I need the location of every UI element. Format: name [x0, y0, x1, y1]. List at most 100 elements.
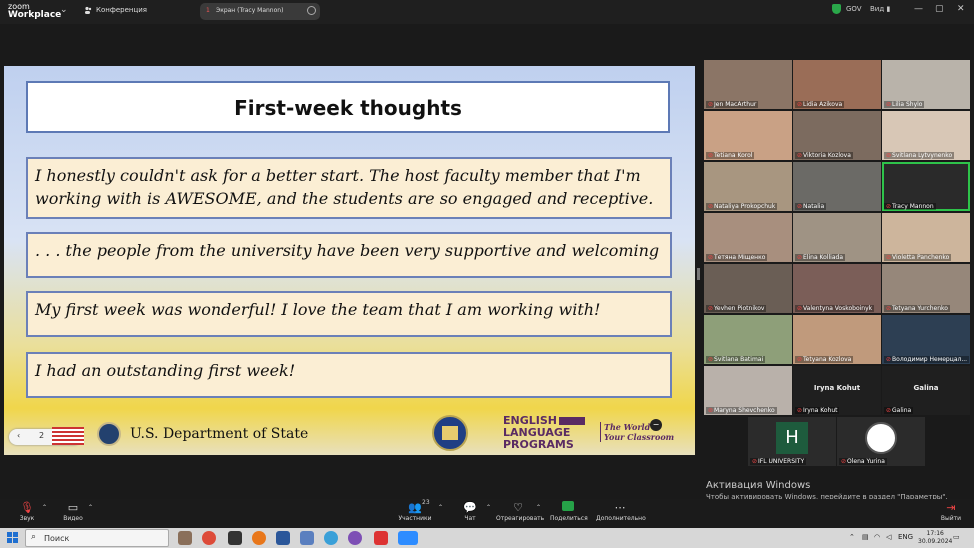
- task-view-icon[interactable]: [178, 531, 192, 545]
- participant-tile[interactable]: ⊘Tracy Mannon: [882, 162, 970, 211]
- share-screen-icon: [550, 501, 586, 515]
- conference-info-button[interactable]: Конференция: [84, 6, 147, 14]
- participant-tile[interactable]: ⊘Maryna Shevchenko: [704, 366, 792, 415]
- participant-tile[interactable]: ⊘Tetyana Yurchenko: [882, 264, 970, 313]
- zoom-logo[interactable]: zoom Workplace: [8, 2, 61, 20]
- windows-start-icon[interactable]: [7, 532, 19, 544]
- participant-tile[interactable]: ⊘Elina Kolliada: [793, 213, 881, 262]
- participant-name: ⊘Svitlana Lytvynenko: [884, 152, 955, 159]
- mic-muted-icon: ⊘: [886, 407, 892, 414]
- participant-tile[interactable]: Galina ⊘Galina: [882, 366, 970, 415]
- participants-button[interactable]: 👥 Участники: [396, 501, 434, 522]
- participant-name: ⊘Violetta Panchenko: [884, 254, 952, 261]
- participant-name: ⊘Elina Kolliada: [795, 254, 846, 261]
- screen-share-indicator[interactable]: 1 Экран (Tracy Mannon): [200, 3, 320, 20]
- participant-name-text: Viktoria Kozlova: [803, 152, 851, 159]
- participant-name: ⊘Lilia Shylo: [884, 101, 925, 108]
- more-button[interactable]: ⋯ Дополнительно: [596, 501, 646, 522]
- participant-tile[interactable]: ⊘Тетяна Міщенко: [704, 213, 792, 262]
- audio-chevron-icon[interactable]: ⌃: [42, 504, 47, 511]
- language-indicator[interactable]: ENG: [898, 533, 913, 541]
- participant-tile[interactable]: ⊘Jen MacArthur: [704, 60, 792, 109]
- participant-name: ⊘Olena Yurina: [839, 458, 887, 465]
- mic-muted-icon: ⊘: [886, 203, 892, 210]
- zoom-taskbar-icon[interactable]: [398, 531, 418, 545]
- participant-name: ⊘Galina: [884, 407, 914, 414]
- participant-tile[interactable]: ⊘Nataliya Prokopchuk: [704, 162, 792, 211]
- close-window-icon[interactable]: ✕: [957, 4, 965, 14]
- pdf-icon[interactable]: [374, 531, 388, 545]
- university-emblem-icon: [865, 422, 897, 454]
- more-dots-icon: ⋯: [614, 501, 626, 514]
- participant-tile[interactable]: ⊘Valentyna Voskoboinyk: [793, 264, 881, 313]
- participant-tile[interactable]: ⊘Lilia Shylo: [882, 60, 970, 109]
- conference-label: Конференция: [96, 6, 147, 14]
- participant-tile[interactable]: ⊘Tetiana Korol: [704, 111, 792, 160]
- shield-icon[interactable]: [832, 4, 841, 14]
- participant-tile[interactable]: ⊘Olena Yurina: [837, 417, 925, 466]
- participant-name: ⊘Iryna Kohut: [795, 407, 840, 414]
- video-chevron-icon[interactable]: ⌃: [88, 504, 93, 511]
- volume-icon[interactable]: ◁: [886, 533, 891, 541]
- participant-name-text: Lidia Azikova: [803, 101, 843, 108]
- chat-button[interactable]: 💬 Чат: [458, 501, 482, 522]
- participant-tile[interactable]: ⊘Violetta Panchenko: [882, 213, 970, 262]
- taskbar-search[interactable]: ⌕ Поиск: [25, 529, 169, 547]
- share-button[interactable]: Поделиться: [550, 501, 588, 522]
- participant-name-text: Svitlana Lytvynenko: [892, 152, 953, 159]
- minimize-icon[interactable]: —: [914, 4, 923, 14]
- maximize-icon[interactable]: ▢: [935, 4, 944, 14]
- telegram-icon[interactable]: [324, 531, 338, 545]
- view-button[interactable]: Вид ▮: [870, 5, 890, 13]
- chevron-down-icon[interactable]: ⌄: [60, 5, 68, 15]
- participant-tile[interactable]: ⊘Lidia Azikova: [793, 60, 881, 109]
- network-icon[interactable]: ▤: [862, 533, 869, 541]
- security-label[interactable]: GOV: [846, 5, 862, 13]
- react-label: Отреагировать: [496, 515, 545, 522]
- react-button[interactable]: ♡ Отреагировать: [496, 501, 544, 522]
- close-icon[interactable]: [307, 6, 316, 15]
- participant-tile[interactable]: ⊘Viktoria Kozlova: [793, 111, 881, 160]
- word-icon[interactable]: [276, 531, 290, 545]
- tray-chevron-icon[interactable]: ⌃: [849, 533, 855, 541]
- participant-tile[interactable]: ⊘Svitlana Lytvynenko: [882, 111, 970, 160]
- participant-tile[interactable]: Iryna Kohut ⊘Iryna Kohut: [793, 366, 881, 415]
- outlook-icon[interactable]: [300, 531, 314, 545]
- participant-name: ⊘Valentyna Voskoboinyk: [795, 305, 875, 312]
- chat-chevron-icon[interactable]: ⌃: [486, 504, 491, 511]
- elp-line-3: PROGRAMS: [503, 438, 574, 451]
- wifi-icon[interactable]: ◠: [874, 533, 880, 541]
- leave-button[interactable]: ⇥ Выйти: [938, 501, 964, 522]
- search-icon: ⌕: [31, 532, 37, 542]
- participant-name-text: Jen MacArthur: [714, 101, 757, 108]
- video-button[interactable]: ▭ Видео: [60, 501, 86, 522]
- quote-1: I honestly couldn't ask for a better sta…: [26, 157, 672, 219]
- participant-tile[interactable]: ⊘Yevhen Piotnikov: [704, 264, 792, 313]
- participant-tile[interactable]: ⊘Natalia: [793, 162, 881, 211]
- slide-title: First-week thoughts: [234, 96, 462, 120]
- react-chevron-icon[interactable]: ⌃: [536, 504, 541, 511]
- ifl-logo-icon: H: [776, 422, 808, 454]
- app-icon[interactable]: [228, 531, 242, 545]
- clock[interactable]: 17:16 30.09.2024: [918, 530, 952, 546]
- participant-name-text: Iryna Kohut: [803, 407, 838, 414]
- firefox-icon[interactable]: [252, 531, 266, 545]
- zoom-title-bar: zoom Workplace ⌄ Конференция 1 Экран (Tr…: [0, 0, 974, 24]
- prev-page-icon[interactable]: ‹: [17, 431, 20, 440]
- minimize-share-icon[interactable]: −: [650, 419, 662, 431]
- participant-name: ⊘Tetyana Yurchenko: [884, 305, 950, 312]
- audio-button[interactable]: 🎙 Звук: [14, 501, 40, 522]
- participant-tile[interactable]: ⊘Svitlana Batimai: [704, 315, 792, 364]
- panel-splitter-handle[interactable]: [697, 268, 700, 280]
- participant-tile[interactable]: ⊘Володимир Немерцал...: [882, 315, 970, 364]
- participants-icon: 👥: [408, 501, 422, 514]
- participants-chevron-icon[interactable]: ⌃: [438, 504, 443, 511]
- participant-tile[interactable]: H ⊘IFL UNIVERSITY: [748, 417, 836, 466]
- notifications-icon[interactable]: ▭: [953, 533, 960, 541]
- participant-tile[interactable]: ⊘Tetyana Kozlova: [793, 315, 881, 364]
- more-label: Дополнительно: [596, 515, 646, 522]
- viber-icon[interactable]: [348, 531, 362, 545]
- windows-taskbar: ⌕ Поиск ⌃ ▤ ◠ ◁ ENG 17:16 30.09.2024 ▭: [0, 528, 974, 548]
- mic-muted-icon: ⊘: [708, 356, 714, 363]
- chrome-icon[interactable]: [202, 531, 216, 545]
